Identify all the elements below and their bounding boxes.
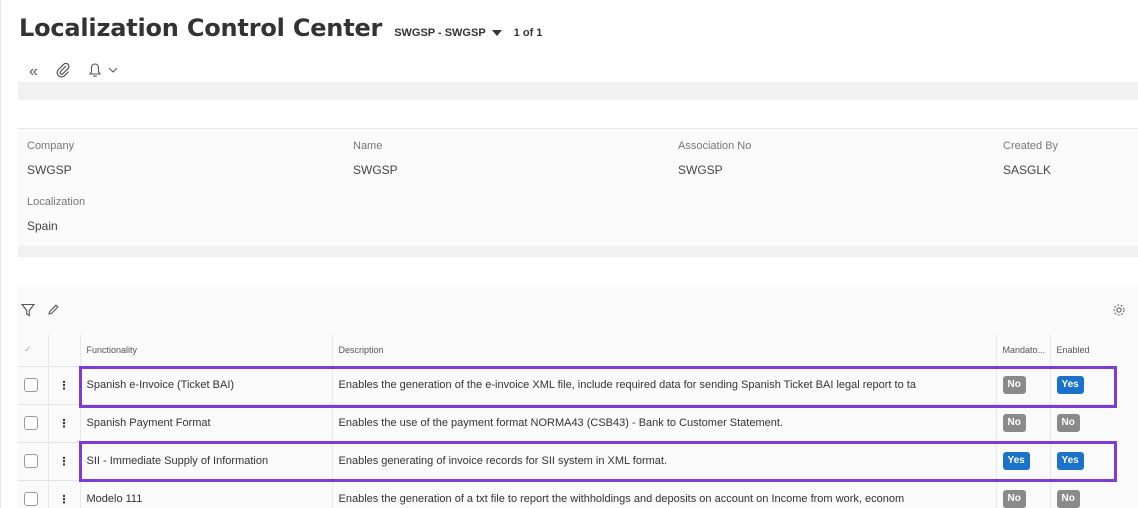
table-row[interactable]: ⋮ Spanish Payment Format Enables the use…	[18, 404, 1112, 443]
paperclip-icon[interactable]	[56, 62, 70, 82]
column-header-description[interactable]: Description	[331, 334, 996, 367]
association-no-value: SWGSP	[678, 163, 723, 177]
edit-pencil-icon[interactable]	[47, 303, 59, 321]
enabled-badge: Yes	[1056, 452, 1084, 470]
localization-label: Localization	[27, 196, 86, 208]
mandatory-badge: No	[1002, 376, 1026, 394]
table-row[interactable]: ⋮ Spanish e-Invoice (Ticket BAI) Enables…	[18, 366, 1112, 405]
description-cell: Enables generating of invoice records fo…	[331, 442, 996, 481]
column-header-functionality[interactable]: Functionality	[79, 334, 332, 367]
name-label: Name	[353, 140, 383, 152]
column-header-enabled[interactable]: Enabled	[1049, 334, 1112, 367]
functionality-table: ✓ Functionality Description Mandato... E…	[18, 334, 1112, 508]
mandatory-badge: No	[1002, 490, 1026, 508]
chevron-down-icon[interactable]	[108, 64, 118, 80]
actions-column-header	[47, 334, 80, 367]
row-checkbox[interactable]	[24, 454, 38, 468]
association-no-label: Association No	[678, 140, 752, 152]
record-selector-label: SWGSP - SWGSP	[394, 27, 486, 39]
double-chevron-left-icon[interactable]: «	[29, 64, 38, 80]
functionality-cell: Modelo 111	[79, 480, 332, 508]
row-checkbox[interactable]	[24, 416, 38, 430]
row-checkbox[interactable]	[24, 492, 38, 506]
company-value: SWGSP	[27, 163, 72, 177]
created-by-label: Created By	[1003, 140, 1059, 152]
enabled-badge: No	[1056, 490, 1080, 508]
description-cell: Enables the generation of a txt file to …	[331, 480, 996, 508]
filter-icon[interactable]	[20, 303, 36, 322]
details-card: Company SWGSP Name SWGSP Association No …	[18, 128, 1138, 246]
description-cell: Enables the use of the payment format NO…	[331, 404, 996, 443]
title-row: Localization Control Center SWGSP - SWGS…	[19, 14, 542, 42]
record-counter: 1 of 1	[513, 27, 543, 39]
row-menu-icon[interactable]: ⋮	[47, 366, 80, 405]
mandatory-badge: Yes	[1002, 452, 1030, 470]
name-value: SWGSP	[353, 163, 398, 177]
enabled-badge: Yes	[1056, 376, 1084, 394]
caret-down-icon	[491, 30, 502, 36]
bell-icon[interactable]	[88, 62, 102, 82]
company-label: Company	[27, 140, 75, 152]
table-header-row: ✓ Functionality Description Mandato... E…	[18, 334, 1112, 367]
record-selector[interactable]: SWGSP - SWGSP	[394, 27, 502, 39]
row-menu-icon[interactable]: ⋮	[47, 442, 80, 481]
row-checkbox[interactable]	[24, 378, 38, 392]
details-header-strip	[18, 100, 1138, 128]
functionality-cell: Spanish e-Invoice (Ticket BAI)	[79, 366, 332, 405]
functionality-grid-card: ✓ Functionality Description Mandato... E…	[18, 285, 1138, 508]
select-all-column[interactable]: ✓	[18, 334, 48, 367]
localization-value: Spain	[27, 219, 58, 233]
functionality-cell: Spanish Payment Format	[79, 404, 332, 443]
row-menu-icon[interactable]: ⋮	[47, 404, 80, 443]
table-row[interactable]: ⋮ Modelo 111 Enables the generation of a…	[18, 480, 1112, 508]
page-title: Localization Control Center	[19, 14, 383, 42]
enabled-badge: No	[1056, 414, 1080, 432]
app-frame: Localization Control Center SWGSP - SWGS…	[0, 0, 1138, 508]
created-by-value: SASGLK	[1003, 163, 1052, 177]
gear-icon[interactable]	[1112, 303, 1126, 322]
row-menu-icon[interactable]: ⋮	[47, 480, 80, 508]
functionality-cell: SII - Immediate Supply of Information	[79, 442, 332, 481]
description-cell: Enables the generation of the e-invoice …	[331, 366, 996, 405]
column-header-mandatory[interactable]: Mandato...	[995, 334, 1050, 367]
grid-header-strip	[18, 257, 1138, 285]
mandatory-badge: No	[1002, 414, 1026, 432]
table-row[interactable]: ⋮ SII - Immediate Supply of Information …	[18, 442, 1112, 481]
toolbar: «	[29, 62, 118, 82]
